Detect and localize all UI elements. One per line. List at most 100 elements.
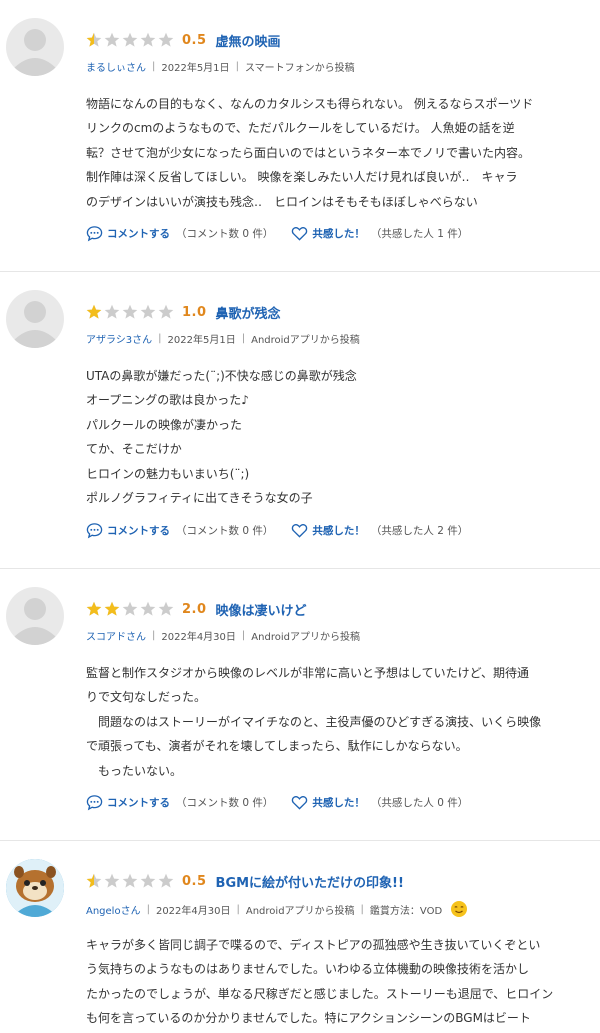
separator: | [235,61,239,72]
speech-bubble-icon [86,522,103,538]
review-line: ポルノグラフィティに出てきそうな女の子 [86,491,313,506]
separator: | [241,630,246,641]
review-actions: コメントする （コメント数 0 件） 共感した！ （共感した人 1 件） [86,224,468,242]
review-date: 2022年5月1日 [161,63,230,74]
comment-button[interactable]: コメントする [86,522,170,539]
post-source: Androidアプリから投稿 [251,632,360,643]
review-body: UTAの鼻歌が嫌だった(¨;)不快な感じの鼻歌が残念 オープニングの歌は良かった… [86,364,594,510]
star-icon [158,601,174,616]
avatar[interactable] [6,290,64,348]
default-user-icon [14,598,56,645]
star-icon [104,601,120,616]
separator: | [236,903,240,915]
review-title[interactable]: BGMに絵が付いただけの印象!! [216,872,404,891]
star-icon [158,873,174,888]
review-line: のデザインはいいが演技も残念‥ ヒロインはそもそもほぼしゃべらない [86,194,478,209]
separator: | [241,333,246,344]
rating-score: 0.5 [182,873,207,889]
comment-count: （コメント数 0 件） [176,796,274,809]
review-line: も何を言っているのか分かりませんでした。特にアクションシーンのBGMはビート [86,1011,531,1026]
review-body: キャラが多く皆同じ調子で喋るので、ディストピアの孤独感や生き抜いていくぞとい う… [86,933,594,1031]
reviewer-name[interactable]: Angeloさん [86,902,141,917]
comment-label: コメントする [107,227,170,240]
like-label: 共感した！ [312,796,365,809]
review-line: UTAの鼻歌が嫌だった(¨;)不快な感じの鼻歌が残念 [86,369,357,383]
review-title[interactable]: 鼻歌が残念 [216,303,281,322]
review-line: キャラが多く皆同じ調子で喋るので、ディストピアの孤独感や生き抜いていくぞとい [86,938,541,952]
avatar[interactable] [6,859,64,917]
like-count: （共感した人 2 件） [370,524,469,537]
like-button[interactable]: 共感した！ [291,794,365,811]
separator: | [158,333,162,344]
reviewer-name[interactable]: アザラシ3さん [86,331,152,346]
rating-score: 1.0 [182,304,207,320]
viewing-method: 鑑賞方法：VOD [369,905,443,917]
review-line: リンクのcmのようなもので、ただパルクールをしているだけ。 人魚姫の話を逆 [86,121,515,136]
review-date: 2022年4月30日 [161,632,236,643]
review-line: たかったのでしょうが、単なる尺稼ぎだと感じました。ストーリーも退屈で、ヒロイン [86,986,554,1001]
review-line: 問題なのはストーリーがイマイチなのと、主役声優のひどすぎる演技、いくら映像 [86,714,542,729]
separator: | [152,61,156,72]
review-line: オープニングの歌は良かった♪ [86,393,249,408]
review-header: 2.0 映像は凄いけど [86,596,307,622]
star-rating [86,873,176,889]
like-label: 共感した！ [312,227,365,240]
review-actions: コメントする （コメント数 0 件） 共感した！ （共感した人 2 件） [86,521,468,539]
star-icon [140,601,156,616]
review-card-1: 0.5 虚無の映画 まるしぃさん | 2022年5月1日 | スマートフォンから… [0,0,600,272]
review-line: 転？させて泡が少女になったら面白いのではというネター本でノリで書いた内容。 [86,145,531,160]
reviewer-name[interactable]: まるしぃさん [86,59,146,74]
star-icon [104,32,120,47]
star-icon [122,873,138,888]
rating-score: 0.5 [182,32,207,48]
like-button[interactable]: 共感した！ [291,225,365,242]
star-icon [104,873,120,888]
review-date: 2022年4月30日 [155,905,231,917]
review-card-3: 2.0 映像は凄いけど スコアドさん | 2022年4月30日 | Androi… [0,569,600,841]
comment-label: コメントする [107,524,170,537]
review-line: で頑張っても、演者がそれを壊してしまったら、駄作にしかならない。 [86,739,468,754]
star-icon [122,32,138,47]
avatar[interactable] [6,587,64,645]
default-user-icon [14,29,56,76]
review-title[interactable]: 映像は凄いけど [216,600,307,619]
review-line: 制作陣は深く反省してほしい。 映像を楽しみたい人だけ見れば良いが‥ キャラ [86,170,518,185]
smiling-face-icon [451,901,468,917]
review-header: 0.5 虚無の映画 [86,27,281,53]
post-source: スマートフォンから投稿 [244,63,355,74]
heart-icon [292,226,308,241]
post-source: Androidアプリから投稿 [251,335,360,346]
star-icon [122,304,138,319]
review-actions: コメントする （コメント数 0 件） 共感した！ （共感した人 0 件） [86,793,468,811]
star-icon [104,304,120,319]
review-line: 監督と制作スタジオから映像のレベルが非常に高いと予想はしていたけど、期待通 [86,666,530,680]
like-count: （共感した人 1 件） [370,227,469,240]
star-icon [140,304,156,319]
review-line: パルクールの映像が凄かった [86,417,243,432]
comment-button[interactable]: コメントする [86,794,170,811]
review-line: う気持ちのようなものはありませんでした。いわゆる立体機動の映像技術を活かし [86,962,530,977]
review-card-2: 1.0 鼻歌が残念 アザラシ3さん | 2022年5月1日 | Androidア… [0,272,600,569]
review-title[interactable]: 虚無の映画 [216,31,281,50]
avatar[interactable] [6,18,64,76]
like-count: （共感した人 0 件） [370,796,469,809]
review-body: 物語になんの目的もなく、なんのカタルシスも得られない。 例えるならスポーツド リ… [86,92,594,214]
review-meta: スコアドさん | 2022年4月30日 | Androidアプリから投稿 [86,628,360,643]
star-icon [86,304,102,319]
comment-label: コメントする [107,796,170,809]
review-body: 監督と制作スタジオから映像のレベルが非常に高いと予想はしていたけど、期待通 りで… [86,661,594,783]
squirrel-avatar-icon [6,859,64,917]
comment-button[interactable]: コメントする [86,225,170,242]
like-button[interactable]: 共感した！ [291,522,365,539]
review-line: 物語になんの目的もなく、なんのカタルシスも得られない。 例えるならスポーツド [86,97,534,111]
heart-icon [292,523,308,538]
reviewer-name[interactable]: スコアドさん [86,628,146,643]
review-meta: まるしぃさん | 2022年5月1日 | スマートフォンから投稿 [86,59,355,74]
star-icon [158,32,174,47]
rating-score: 2.0 [182,601,207,617]
review-header: 1.0 鼻歌が残念 [86,299,281,325]
star-rating [86,601,176,617]
star-icon [140,32,156,47]
review-meta: Angeloさん | 2022年4月30日 | Androidアプリから投稿 |… [86,900,468,918]
star-rating [86,304,176,320]
